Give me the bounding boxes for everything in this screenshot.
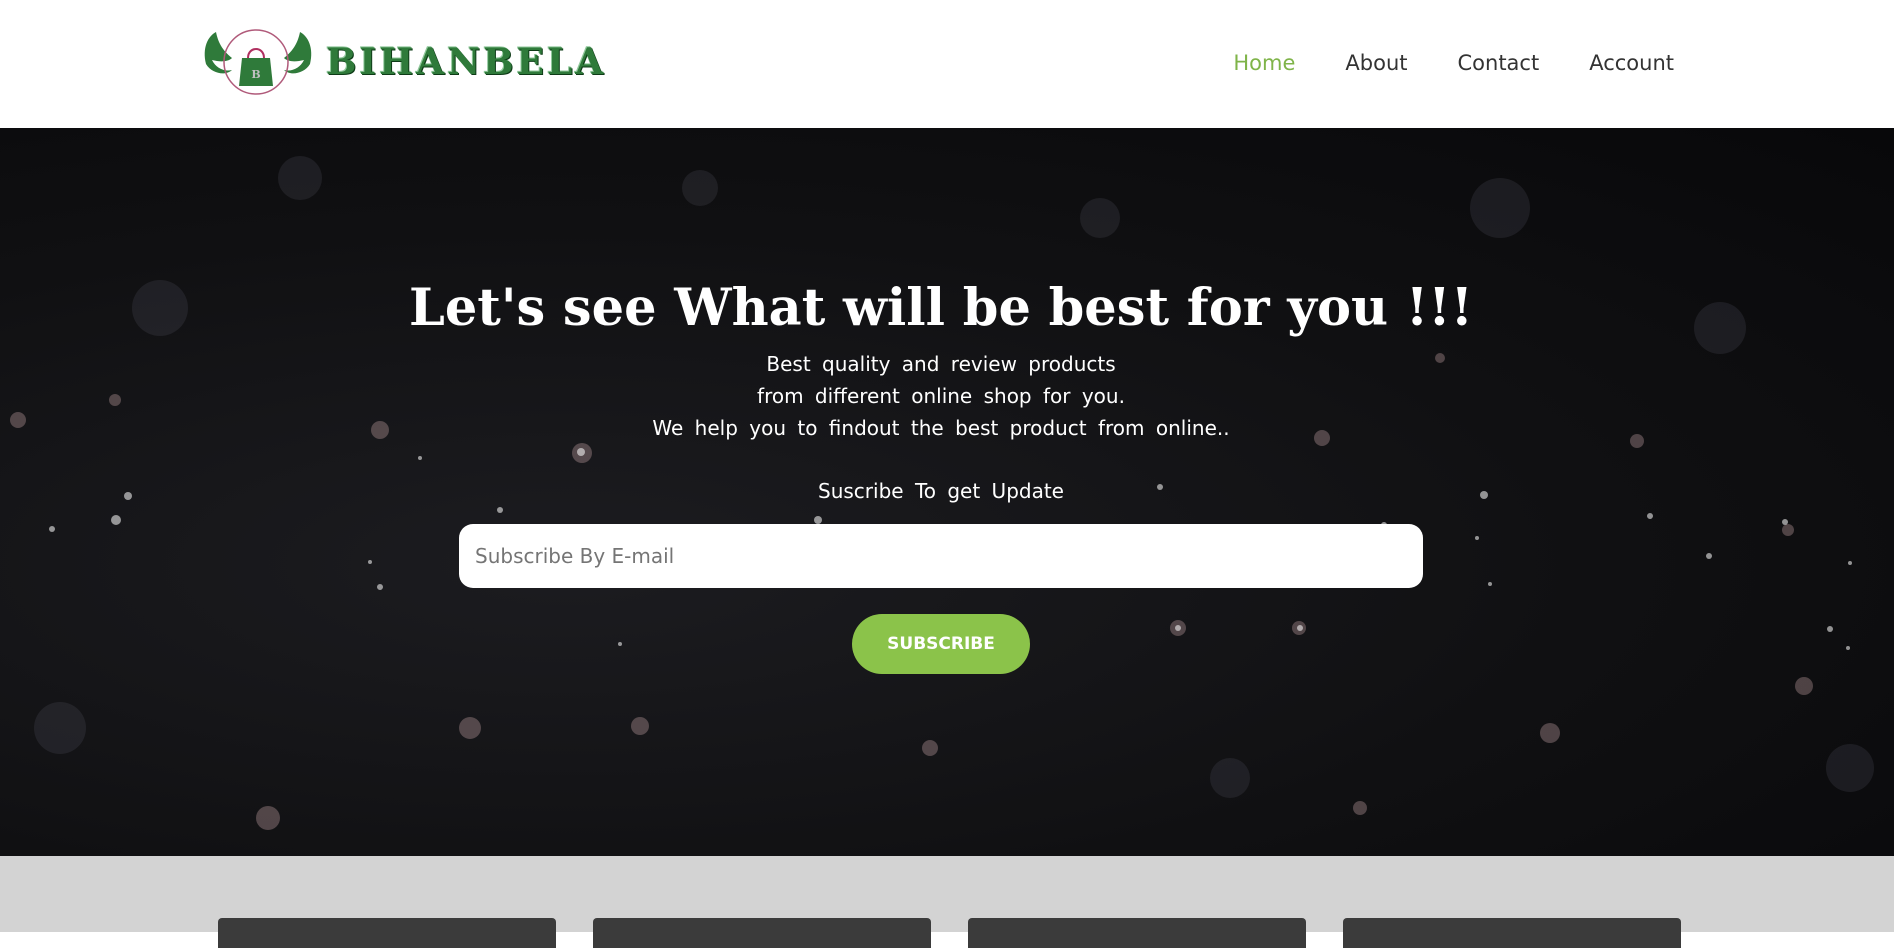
svg-text:B: B (251, 68, 260, 81)
shopping-bag-wings-logo-icon: B (204, 29, 312, 95)
product-card[interactable] (218, 918, 556, 948)
hero-subtitle-line: from different online shop for you. (757, 384, 1125, 408)
nav-about[interactable]: About (1345, 48, 1407, 78)
hero-subtitle: Best quality and review products from di… (0, 348, 1882, 444)
hero-title: Let's see What will be best for you !!! (408, 278, 1474, 338)
main-nav: Home About Contact Account (1233, 48, 1674, 78)
hero-subtitle-line: Best quality and review products (766, 352, 1116, 376)
products-section (0, 856, 1894, 948)
site-header: B BIHANBELA Home About Contact Account (0, 0, 1894, 128)
hero-section: Let's see What will be best for you !!! … (0, 128, 1894, 856)
nav-home[interactable]: Home (1233, 48, 1295, 78)
subscribe-button[interactable]: SUBSCRIBE (852, 614, 1030, 674)
nav-account[interactable]: Account (1589, 48, 1674, 78)
nav-contact[interactable]: Contact (1458, 48, 1540, 78)
product-card[interactable] (593, 918, 931, 948)
brand-name: BIHANBELA (326, 41, 607, 83)
email-subscribe-input[interactable] (459, 524, 1423, 588)
product-card[interactable] (968, 918, 1306, 948)
product-card[interactable] (1343, 918, 1681, 948)
hero-subtitle-line: We help you to findout the best product … (652, 416, 1230, 440)
subscribe-prompt: Suscribe To get Update (818, 479, 1064, 503)
brand-logo[interactable]: B BIHANBELA (198, 24, 603, 102)
